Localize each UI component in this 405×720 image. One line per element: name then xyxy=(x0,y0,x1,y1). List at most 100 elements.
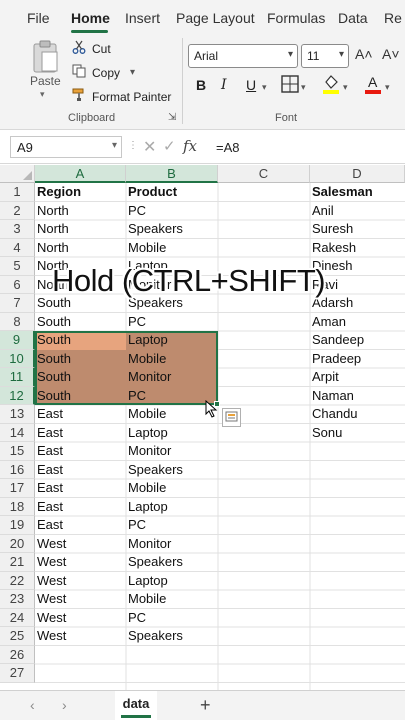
paste-icon[interactable] xyxy=(30,40,60,74)
row-header[interactable]: 12 xyxy=(0,386,35,405)
fill-color-button[interactable] xyxy=(322,73,340,98)
tab-data[interactable]: Data xyxy=(338,10,368,26)
add-sheet-button[interactable]: + xyxy=(200,695,211,716)
paste-button[interactable]: Paste xyxy=(30,74,61,88)
cell-a1[interactable]: Region xyxy=(35,183,81,202)
cell-d24[interactable] xyxy=(310,609,312,628)
quick-analysis-button[interactable] xyxy=(222,408,241,427)
paste-dropdown-icon[interactable]: ▾ xyxy=(40,89,45,100)
cell-b2[interactable]: PC xyxy=(126,202,146,221)
row-header[interactable]: 5 xyxy=(0,257,35,276)
cell-b26[interactable] xyxy=(126,646,128,665)
cell-d9[interactable]: Sandeep xyxy=(310,331,364,350)
cell-b1[interactable]: Product xyxy=(126,183,177,202)
scroll-right-icon[interactable]: › xyxy=(62,697,67,713)
insert-function-button[interactable]: fx xyxy=(183,137,197,155)
cell-b8[interactable]: PC xyxy=(126,313,146,332)
cell-b15[interactable]: Monitor xyxy=(126,442,171,461)
cell-a11[interactable]: South xyxy=(35,368,71,387)
fill-color-dropdown-icon[interactable]: ▾ xyxy=(343,82,348,93)
italic-button[interactable]: I xyxy=(221,77,227,93)
cell-b22[interactable]: Laptop xyxy=(126,572,168,591)
row-header[interactable]: 6 xyxy=(0,275,35,294)
row-header[interactable]: 21 xyxy=(0,553,35,572)
formula-input[interactable]: =A8 xyxy=(216,140,240,155)
cut-button[interactable]: Cut xyxy=(72,40,111,57)
cell-a20[interactable]: West xyxy=(35,535,66,554)
select-all-button[interactable] xyxy=(0,165,35,183)
row-header[interactable]: 24 xyxy=(0,608,35,627)
cell-a13[interactable]: East xyxy=(35,405,63,424)
cell-a17[interactable]: East xyxy=(35,479,63,498)
cell-d19[interactable] xyxy=(310,516,312,535)
row-header[interactable]: 22 xyxy=(0,571,35,590)
row-header[interactable]: 18 xyxy=(0,497,35,516)
cell-d14[interactable]: Sonu xyxy=(310,424,342,443)
cell-b4[interactable]: Mobile xyxy=(126,239,166,258)
cell-b12[interactable]: PC xyxy=(126,387,146,406)
increase-font-size-button[interactable]: A˄ xyxy=(355,46,373,62)
cell-a2[interactable]: North xyxy=(35,202,69,221)
row-header[interactable]: 17 xyxy=(0,479,35,498)
cell-a26[interactable] xyxy=(35,646,37,665)
cell-a25[interactable]: West xyxy=(35,627,66,646)
copy-button[interactable]: Copy ▾ xyxy=(72,64,135,81)
column-header-b[interactable]: B xyxy=(126,165,218,183)
row-header[interactable]: 2 xyxy=(0,201,35,220)
column-header-c[interactable]: C xyxy=(218,165,310,183)
cell-b23[interactable]: Mobile xyxy=(126,590,166,609)
clipboard-launcher-icon[interactable]: ⇲ xyxy=(168,112,176,123)
cell-d12[interactable]: Naman xyxy=(310,387,354,406)
cell-a23[interactable]: West xyxy=(35,590,66,609)
cell-d11[interactable]: Arpit xyxy=(310,368,339,387)
cell-d4[interactable]: Rakesh xyxy=(310,239,356,258)
cell-a9[interactable]: South xyxy=(35,331,71,350)
cell-a18[interactable]: East xyxy=(35,498,63,517)
tab-insert[interactable]: Insert xyxy=(125,10,160,26)
more-options-icon[interactable]: ⋮ xyxy=(128,140,138,151)
cell-b20[interactable]: Monitor xyxy=(126,535,171,554)
row-header[interactable]: 25 xyxy=(0,627,35,646)
cell-a10[interactable]: South xyxy=(35,350,71,369)
cell-d26[interactable] xyxy=(310,646,312,665)
chevron-down-icon[interactable]: ▾ xyxy=(112,140,117,151)
cell-d17[interactable] xyxy=(310,479,312,498)
tab-page-layout[interactable]: Page Layout xyxy=(176,10,255,26)
cell-d1[interactable]: Salesman xyxy=(310,183,373,202)
cell-d27[interactable] xyxy=(310,664,312,683)
row-header[interactable]: 23 xyxy=(0,590,35,609)
tab-home[interactable]: Home xyxy=(71,10,110,26)
copy-dropdown-icon[interactable]: ▾ xyxy=(130,67,135,78)
borders-dropdown-icon[interactable]: ▾ xyxy=(301,82,306,93)
format-painter-button[interactable]: Format Painter xyxy=(72,88,171,105)
cell-a4[interactable]: North xyxy=(35,239,69,258)
cell-a8[interactable]: South xyxy=(35,313,71,332)
cell-a16[interactable]: East xyxy=(35,461,63,480)
cell-d15[interactable] xyxy=(310,442,312,461)
cell-b19[interactable]: PC xyxy=(126,516,146,535)
cell-b27[interactable] xyxy=(126,664,128,683)
underline-button[interactable]: U xyxy=(246,77,256,93)
tab-formulas[interactable]: Formulas xyxy=(267,10,325,26)
cell-d16[interactable] xyxy=(310,461,312,480)
cell-a14[interactable]: East xyxy=(35,424,63,443)
row-header[interactable]: 10 xyxy=(0,349,35,368)
row-header[interactable]: 4 xyxy=(0,238,35,257)
row-header[interactable]: 1 xyxy=(0,183,35,202)
font-size-select[interactable]: 11 ▾ xyxy=(301,44,349,68)
cell-d10[interactable]: Pradeep xyxy=(310,350,361,369)
row-header[interactable]: 14 xyxy=(0,423,35,442)
cell-d23[interactable] xyxy=(310,590,312,609)
cell-d22[interactable] xyxy=(310,572,312,591)
row-header[interactable]: 7 xyxy=(0,294,35,313)
cell-b24[interactable]: PC xyxy=(126,609,146,628)
scroll-left-icon[interactable]: ‹ xyxy=(30,697,35,713)
decrease-font-size-button[interactable]: A˅ xyxy=(382,46,400,62)
cell-a12[interactable]: South xyxy=(35,387,71,406)
cell-b11[interactable]: Monitor xyxy=(126,368,171,387)
borders-button[interactable] xyxy=(281,75,299,96)
tab-file[interactable]: File xyxy=(27,10,50,26)
cell-b3[interactable]: Speakers xyxy=(126,220,183,239)
tab-review[interactable]: Re xyxy=(384,10,402,26)
cell-a27[interactable] xyxy=(35,664,37,683)
